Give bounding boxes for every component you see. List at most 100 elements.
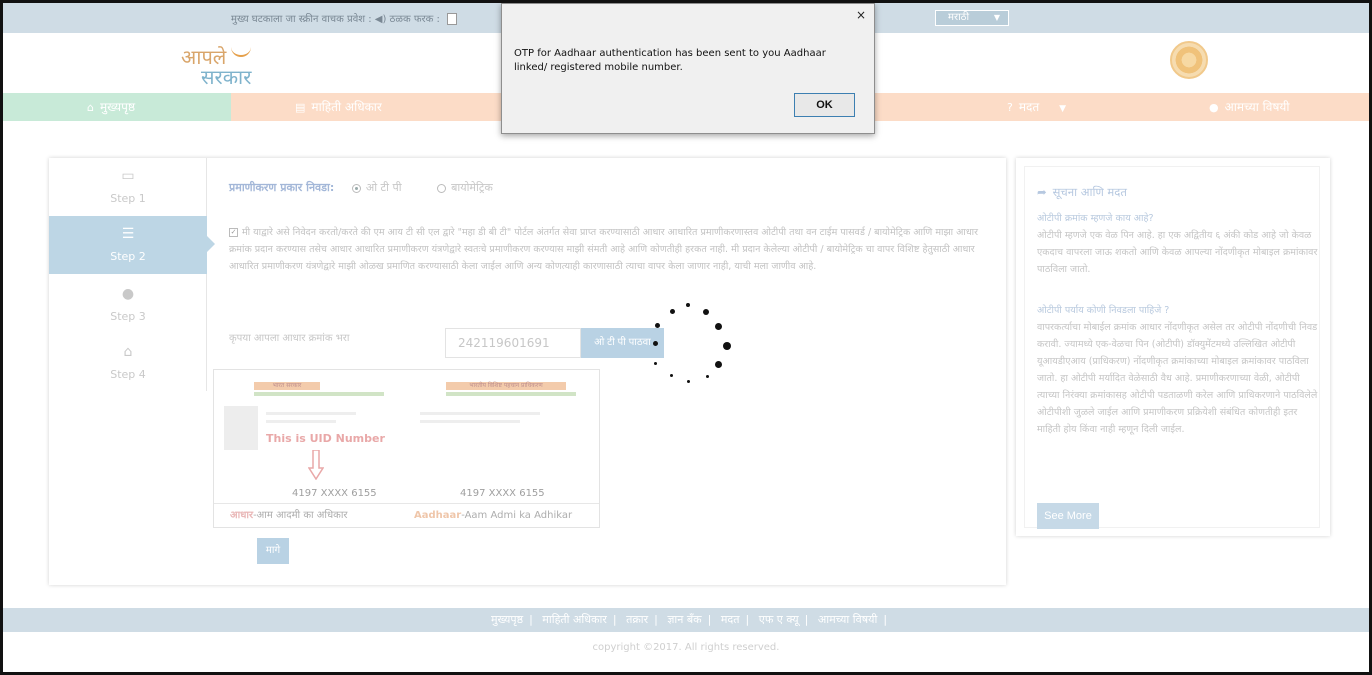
logo-glyph-bottom: सरकार <box>201 65 252 89</box>
help-panel: ➦ सूचना आणि मदत ओटीपी क्रमांक म्हणजे काय … <box>1016 158 1330 536</box>
uid-text-line <box>420 420 520 423</box>
help-title: ➦ सूचना आणि मदत <box>1037 185 1127 200</box>
uid-left-header-text: भारत सरकार <box>272 382 302 389</box>
uid-card-illustration: भारत सरकार भारतीय विशिष्ट पहचान प्राधिकर… <box>213 369 600 528</box>
step-sidebar: ▭ Step 1 ☰ Step 2 ● Step 3 ⌂ Step 4 <box>49 158 215 392</box>
arrow-down-icon <box>308 450 324 480</box>
uid-number-callout: This is UID Number <box>266 432 385 445</box>
footer-link-about[interactable]: आमच्या विषयी <box>818 613 877 626</box>
radio-otp[interactable] <box>351 183 361 193</box>
uid-band-hindi-bold: आधार <box>230 510 254 521</box>
spinner-dot <box>654 362 657 365</box>
aadhaar-input[interactable]: 242119601691 <box>445 328 581 358</box>
accessibility-bar[interactable]: मुख्य घटकाला जा स्क्रीन वाचक प्रवेश : ◀)… <box>231 11 458 25</box>
uid-left-stripe <box>254 392 384 396</box>
question-icon: ? <box>1007 101 1013 114</box>
step-3[interactable]: ● Step 3 <box>49 276 207 334</box>
spinner-dot <box>715 323 722 330</box>
chevron-down-icon: ▼ <box>1059 104 1066 114</box>
home-icon: ⌂ <box>123 344 133 360</box>
footer-link-home[interactable]: मुख्यपृष्ठ <box>491 613 523 626</box>
nav-rti-label: माहिती अधिकार <box>311 100 382 114</box>
footer-link-help[interactable]: मदत <box>721 613 740 626</box>
help-title-text: सूचना आणि मदत <box>1052 185 1127 199</box>
nav-about[interactable]: ● आमच्या विषयी <box>1209 93 1289 121</box>
radio-biometric[interactable] <box>437 183 447 193</box>
back-button[interactable]: मागे <box>257 538 289 564</box>
radio-otp-label: ओ टी पी <box>365 181 402 194</box>
help-panel-inner: ➦ सूचना आणि मदत ओटीपी क्रमांक म्हणजे काय … <box>1024 166 1320 529</box>
uid-band-english-text: -Aam Admi ka Adhikar <box>461 510 573 521</box>
uid-band-hindi: आधार-आम आदमी का अधिकार <box>230 504 348 528</box>
spinner-dot <box>670 374 673 377</box>
auth-type-label: प्रमाणीकरण प्रकार निवडा: <box>229 181 335 194</box>
help-question-2: ओटीपी पर्याय कोणी निवडला पाहिजे ? <box>1037 305 1170 316</box>
uid-right-header: भारतीय विशिष्ट पहचान प्राधिकरण <box>446 382 566 390</box>
language-select[interactable]: मराठी ▼ <box>935 10 1009 26</box>
spinner-dot <box>715 361 722 368</box>
footer-separator: | <box>707 613 712 626</box>
spinner-dot <box>655 323 660 328</box>
step-2[interactable]: ☰ Step 2 <box>49 216 215 274</box>
footer-link-faq[interactable]: एफ ए क्यू <box>759 613 799 626</box>
step-4[interactable]: ⌂ Step 4 <box>49 334 207 392</box>
accessibility-text: मुख्य घटकाला जा स्क्रीन वाचक प्रवेश : ◀)… <box>231 14 440 25</box>
list-icon: ☰ <box>121 226 135 242</box>
footer-separator: | <box>654 613 658 626</box>
aadhaar-label: कृपया आपला आधार क्रमांक भरा <box>229 333 350 344</box>
ok-button[interactable]: OK <box>794 93 855 117</box>
radio-biometric-label: बायोमेट्रिक <box>451 181 493 194</box>
home-icon: ⌂ <box>87 101 94 114</box>
nav-rti[interactable]: ▤ माहिती अधिकार <box>295 93 382 121</box>
browser-viewport: मुख्य घटकाला जा स्क्रीन वाचक प्रवेश : ◀)… <box>0 0 1372 675</box>
user-icon: ● <box>121 286 135 302</box>
uid-band-english-bold: Aadhaar <box>414 510 462 521</box>
spinner-dot <box>670 309 675 314</box>
otp-alert-dialog: × OTP for Aadhaar authentication has bee… <box>501 3 875 134</box>
logo-sun-icon <box>231 47 251 57</box>
uid-photo <box>224 406 258 450</box>
step-1[interactable]: ▭ Step 1 <box>49 158 207 216</box>
uid-text-line <box>266 420 336 423</box>
spinner-dot <box>723 342 731 350</box>
footer-link-rti[interactable]: माहिती अधिकार <box>542 613 607 626</box>
step-4-label: Step 4 <box>110 368 146 381</box>
uid-left-header: भारत सरकार <box>254 382 320 390</box>
nav-help[interactable]: ? मदत ▼ <box>1007 93 1066 121</box>
consent-checkbox[interactable]: ✓ <box>229 228 238 237</box>
uid-right-stripe <box>446 392 576 396</box>
user-icon: ● <box>1209 101 1219 114</box>
nav-about-label: आमच्या विषयी <box>1224 100 1290 114</box>
nav-home-label: मुख्यपृष्ठ <box>99 100 136 114</box>
footer-links: मुख्यपृष्ठ | माहिती अधिकार | तक्रार | ज्ञान… <box>3 608 1369 632</box>
spinner-dot <box>686 303 690 307</box>
step-2-label: Step 2 <box>110 250 146 263</box>
see-more-button[interactable]: See More <box>1037 503 1099 529</box>
language-selected: मराठी <box>948 12 970 23</box>
uid-text-line <box>266 412 356 415</box>
footer-separator: | <box>804 613 809 626</box>
spinner-dot <box>706 375 709 378</box>
consent-block: ✓ मी याद्वारे असे निवेदन करतो/करते की एम … <box>229 224 994 275</box>
dialog-message: OTP for Aadhaar authentication has been … <box>514 48 826 73</box>
uid-number-left: 4197 XXXX 6155 <box>292 488 377 499</box>
aaple-sarkar-logo[interactable]: आपले सरकार <box>181 43 271 89</box>
help-question-1: ओटीपी क्रमांक म्हणजे काय आहे? <box>1037 213 1154 224</box>
uid-footer-band: आधार-आम आदमी का अधिकार Aadhaar-Aam Admi … <box>214 503 599 527</box>
contrast-toggle[interactable] <box>447 13 458 25</box>
card-icon: ▭ <box>121 168 135 184</box>
step-3-label: Step 3 <box>110 310 146 323</box>
footer-link-complaint[interactable]: तक्रार <box>626 613 648 626</box>
close-icon[interactable]: × <box>856 8 866 22</box>
help-answer-2: वापरकर्त्याचा मोबाईल क्रमांक आधार नोंदणी… <box>1037 322 1318 435</box>
uid-band-hindi-text: -आम आदमी का अधिकार <box>253 510 348 521</box>
uid-band-english: Aadhaar-Aam Admi ka Adhikar <box>414 504 572 528</box>
footer-separator: | <box>612 613 617 626</box>
help-answer-1: ओटीपी म्हणजे एक वेळ पिन आहे. हा एक अद्वि… <box>1037 230 1318 275</box>
government-emblem <box>1170 41 1208 79</box>
document-icon: ▤ <box>295 101 306 114</box>
chevron-down-icon: ▼ <box>993 13 1000 22</box>
step-1-label: Step 1 <box>110 192 146 205</box>
footer-link-knowledge-bank[interactable]: ज्ञान बँक <box>667 613 701 626</box>
nav-home[interactable]: ⌂ मुख्यपृष्ठ <box>3 93 231 121</box>
